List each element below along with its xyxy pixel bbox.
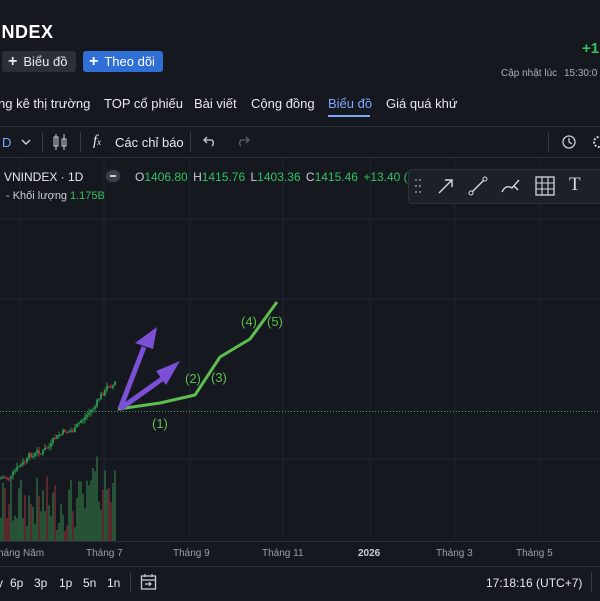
x-axis-line — [0, 541, 600, 542]
clock-display[interactable]: 17:18:16 (UTC+7) — [486, 576, 582, 590]
chevron-down-icon[interactable] — [20, 137, 32, 147]
x-tick-label: Tháng 3 — [436, 548, 473, 559]
plus-icon: + — [8, 52, 18, 70]
range-button-6p[interactable]: 6p — [10, 576, 23, 590]
arrow-tool-icon[interactable] — [436, 176, 456, 196]
tab-community[interactable]: Cộng đồng — [251, 96, 315, 111]
chart-toolbar — [0, 127, 600, 157]
x-tick-label: Tháng 7 — [86, 548, 123, 559]
collapse-legend-button[interactable] — [106, 170, 120, 182]
toolbar-divider — [548, 132, 549, 152]
wave-label-4: (4) — [241, 314, 257, 329]
brush-tool-icon[interactable] — [500, 176, 522, 196]
volume-value: 1.175B — [70, 190, 105, 202]
toolbar-divider — [80, 132, 81, 152]
toolbar-divider — [190, 132, 191, 152]
symbol-label[interactable]: VNINDEX · 1D — [4, 170, 83, 184]
toolbar-divider — [42, 132, 43, 152]
ohlc-values: O1406.80 H1415.76 L1403.36 C1415.46 +13.… — [135, 170, 422, 184]
redo-icon[interactable] — [236, 135, 250, 147]
candlestick-icon[interactable] — [52, 133, 68, 151]
gear-icon[interactable] — [590, 133, 600, 151]
price-change: +1 — [582, 40, 600, 57]
indicators-button[interactable]: Các chỉ báo — [115, 135, 184, 150]
toolbar-divider — [130, 572, 131, 592]
updated-label: Cập nhật lúc — [501, 68, 558, 79]
tab-chart[interactable]: Biểu đồ — [328, 96, 372, 111]
chart-button[interactable]: + Biểu đồ — [2, 51, 76, 72]
range-button-1n[interactable]: 1n — [107, 576, 120, 590]
active-tab-indicator — [328, 115, 370, 117]
tab-history[interactable]: Giá quá khứ — [386, 96, 458, 111]
wave-label-1: (1) — [152, 416, 168, 431]
range-button-3p[interactable]: 3p — [34, 576, 47, 590]
wave-label-2: (2) — [185, 371, 201, 386]
divider — [0, 157, 600, 158]
x-tick-label: 2026 — [358, 548, 381, 559]
alert-clock-icon[interactable] — [561, 133, 579, 151]
trend-line-icon[interactable] — [468, 176, 488, 196]
calendar-range-icon[interactable] — [140, 573, 158, 591]
page-title: INDEX — [0, 22, 54, 42]
tab-market-stats[interactable]: ng kê thị trường — [0, 96, 90, 111]
x-tick-label: háng Năm — [0, 548, 45, 559]
follow-button-label: Theo dõi — [104, 54, 155, 69]
x-tick-label: Tháng 5 — [516, 548, 553, 559]
range-button-5n[interactable]: 5n — [83, 576, 96, 590]
wave-label-3: (3) — [211, 370, 227, 385]
toolbar-divider — [591, 572, 592, 592]
updated-time: Cập nhật lúc 15:30:0 — [501, 68, 597, 79]
grid-tool-icon[interactable] — [534, 175, 556, 197]
tab-top-stocks[interactable]: TOP cổ phiếu — [104, 96, 183, 111]
range-button-1p[interactable]: 1p — [59, 576, 72, 590]
x-tick-label: Tháng 9 — [173, 548, 210, 559]
volume-label: - Khối lượng — [6, 190, 68, 202]
interval-selector[interactable]: D — [2, 135, 11, 150]
text-tool-icon[interactable]: T — [569, 174, 581, 196]
function-icon[interactable]: fx — [93, 133, 101, 150]
undo-icon[interactable] — [203, 135, 217, 147]
plus-icon: + — [89, 52, 99, 70]
chart-button-label: Biểu đồ — [23, 54, 68, 69]
range-button-y[interactable]: y — [0, 576, 3, 590]
wave-label-5: (5) — [267, 314, 283, 329]
updated-value: 15:30:0 — [563, 68, 598, 79]
drawings-layer — [117, 301, 279, 412]
drag-handle-icon[interactable] — [414, 178, 422, 194]
tab-articles[interactable]: Bài viết — [194, 96, 237, 111]
x-tick-label: Tháng 11 — [262, 548, 304, 559]
follow-button[interactable]: + Theo dõi — [83, 51, 163, 72]
